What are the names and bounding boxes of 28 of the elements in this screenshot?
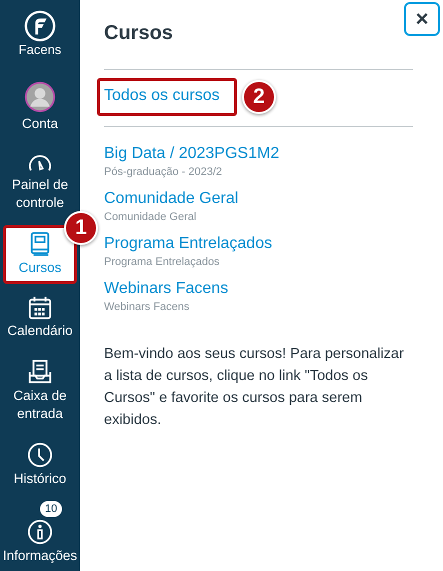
course-link[interactable]: Programa Entrelaçados (104, 235, 413, 253)
logo-text: Facens (18, 42, 62, 57)
clock-icon (27, 442, 53, 468)
step-number: 2 (242, 80, 276, 114)
course-term: Webinars Facens (104, 301, 190, 313)
tray-title: Cursos (104, 22, 174, 45)
inbox-icon (27, 359, 53, 385)
nav-item[interactable]: Histórico (3, 436, 77, 495)
all-courses-link[interactable]: Todos os cursos (97, 78, 237, 116)
course-link[interactable]: Comunidade Geral (104, 190, 413, 208)
nav-item[interactable]: Cursos (3, 225, 77, 284)
calendar-icon (28, 296, 52, 320)
nav-item[interactable]: Conta (3, 75, 77, 140)
course-link[interactable]: Big Data / 2023PGS1M2 (104, 145, 413, 163)
course-term: Programa Entrelaçados (104, 256, 221, 268)
step-number: 1 (64, 211, 98, 245)
welcome-text: Bem-vindo aos seus cursos! Para personalizar a lista de cursos, clique no link "Todos os Cursos" e favorite os cursos para serem exibidos. (104, 345, 405, 430)
course-link[interactable]: Webinars Facens (104, 280, 413, 298)
book-icon (29, 231, 51, 257)
course-term: Comunidade Geral (104, 211, 198, 223)
nav-item[interactable]: Caixa de entrada (3, 353, 77, 430)
course-term: Pós-graduação - 2023/2 (104, 166, 224, 178)
nav-item[interactable]: Calendário (3, 290, 77, 347)
logo-icon (24, 10, 56, 42)
avatar-icon (24, 81, 56, 113)
close-button[interactable]: × (404, 2, 440, 36)
notification-count: 10 (40, 501, 62, 517)
info-icon (27, 519, 53, 545)
